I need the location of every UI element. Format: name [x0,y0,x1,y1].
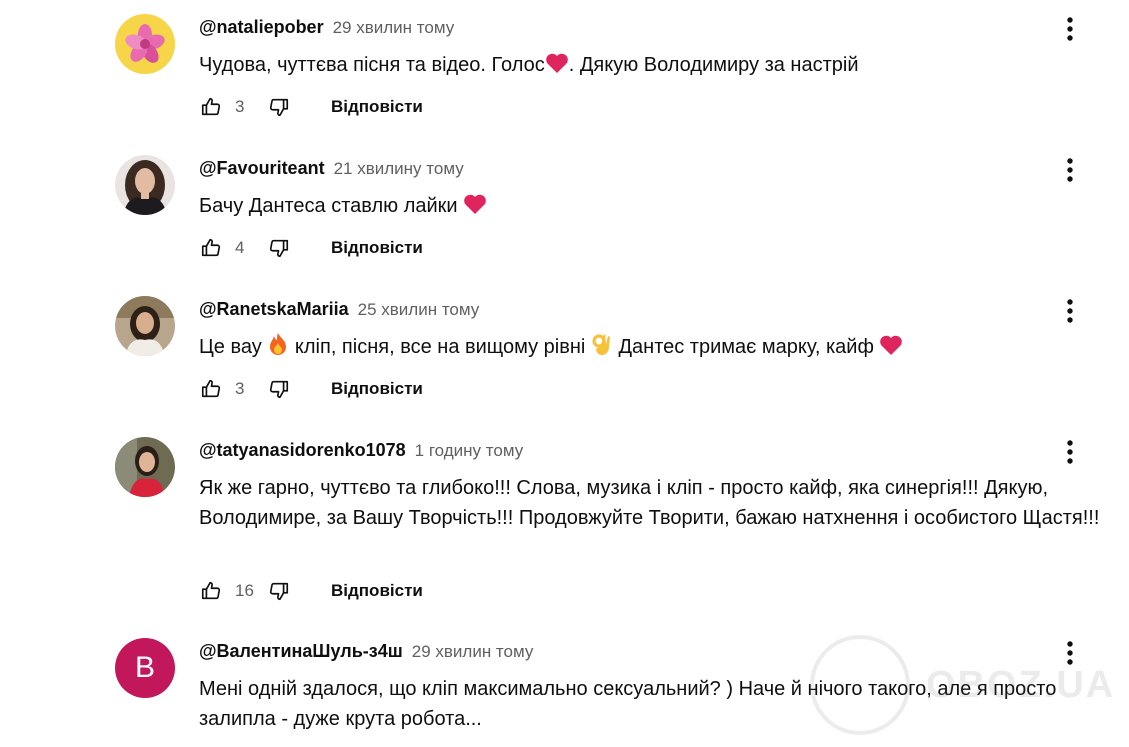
watermark-text: OBOZ.UA [926,663,1116,706]
like-count: 16 [235,581,254,600]
reply-button[interactable]: Відповісти [331,581,423,601]
thumb-up-icon[interactable] [199,377,223,401]
comment-time[interactable]: 25 хвилин тому [358,300,480,319]
like-count: 4 [235,238,245,257]
heart-icon [879,334,903,365]
more-vertical-icon[interactable] [1056,14,1084,44]
heart-icon [463,193,487,224]
comment-time[interactable]: 21 хвилину тому [334,159,464,178]
heart-icon [545,52,569,83]
comment-actions: 3 Відповісти [199,92,423,122]
like-count: 3 [235,97,245,116]
comment-time[interactable]: 29 хвилин тому [333,18,455,37]
comment-actions: 3 Відповісти [199,374,423,404]
thumb-down-icon[interactable] [267,377,291,401]
ok-hand-icon [591,332,613,365]
avatar-letter: B [134,651,155,684]
avatar[interactable] [115,437,175,497]
more-vertical-icon[interactable] [1056,155,1084,185]
author-name[interactable]: @RanetskaMariia [199,299,349,319]
like-count: 3 [235,379,245,398]
comment-text: Як же гарно, чуттєво та глибоко!!! Слова… [199,477,1100,529]
comment-text: Бачу Дантеса ставлю лайки [199,191,1109,224]
avatar[interactable] [115,155,175,215]
comment-text: Це вау кліп, пісня, все на вищому рівні … [199,332,1109,365]
reply-button[interactable]: Відповісти [331,238,423,258]
author-name[interactable]: @ВалентинаШуль-з4ш [199,641,403,661]
avatar[interactable] [115,14,175,74]
avatar[interactable]: B [115,638,175,698]
comment-actions: 4 Відповісти [199,233,423,263]
avatar[interactable] [115,296,175,356]
comment-header: @tatyanasidorenko1078 1 годину тому [199,439,523,462]
thumb-down-icon[interactable] [267,579,291,603]
fire-icon [267,332,289,365]
author-name[interactable]: @tatyanasidorenko1078 [199,440,406,460]
comment-time[interactable]: 1 годину тому [415,441,524,460]
watermark: OBOZ.UA [810,635,1115,735]
comment-header: @nataliepober 29 хвилин тому [199,16,454,39]
more-vertical-icon[interactable] [1056,296,1084,326]
watermark-logo-icon [810,635,910,735]
comment-time[interactable]: 29 хвилин тому [412,642,534,661]
comment-header: @Favouriteant 21 хвилину тому [199,157,464,180]
thumb-down-icon[interactable] [267,95,291,119]
thumb-up-icon[interactable] [199,95,223,119]
more-vertical-icon[interactable] [1056,437,1084,467]
comment-text: Чудова, чуттєва пісня та відео. Голос. Д… [199,50,1109,83]
comment-header: @ВалентинаШуль-з4ш 29 хвилин тому [199,640,533,663]
reply-button[interactable]: Відповісти [331,97,423,117]
author-name[interactable]: @Favouriteant [199,158,325,178]
reply-button[interactable]: Відповісти [331,379,423,399]
thumb-up-icon[interactable] [199,236,223,260]
comment-actions: 16 Відповісти [199,576,423,606]
thumb-down-icon[interactable] [267,236,291,260]
author-name[interactable]: @nataliepober [199,17,324,37]
thumb-up-icon[interactable] [199,579,223,603]
comment-header: @RanetskaMariia 25 хвилин тому [199,298,479,321]
